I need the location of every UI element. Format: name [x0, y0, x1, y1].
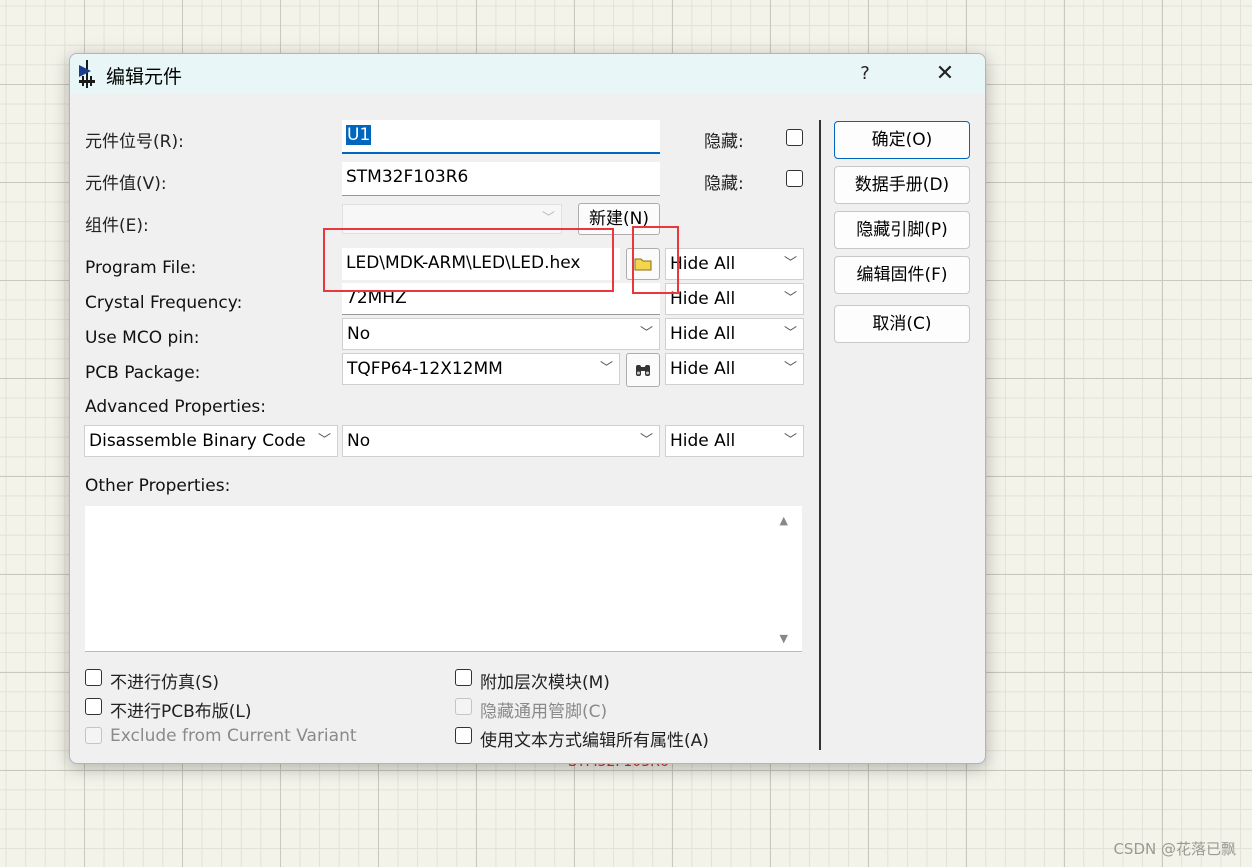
pcb-visibility-value: Hide All	[670, 359, 736, 379]
chevron-down-icon: ﹀	[317, 433, 331, 448]
scroll-up-arrow-icon[interactable]: ▲	[780, 514, 788, 527]
other-properties-textarea[interactable]: ▲ ▼	[85, 506, 802, 652]
program-file-visibility-value: Hide All	[670, 254, 736, 274]
part-value-label: 元件值(V):	[85, 174, 167, 194]
browse-button-highlight-box	[632, 226, 679, 294]
advanced-visibility-select[interactable]: Hide All ﹀	[665, 425, 804, 457]
crystal-frequency-label: Crystal Frequency:	[85, 293, 243, 313]
help-button[interactable]: ?	[850, 58, 880, 90]
advanced-property-value: Disassemble Binary Code	[89, 431, 306, 451]
datasheet-button[interactable]: 数据手册(D)	[834, 166, 970, 204]
advanced-property-select[interactable]: Disassemble Binary Code ﹀	[84, 425, 338, 457]
chevron-down-icon: ﹀	[783, 326, 797, 341]
other-properties-label: Other Properties:	[85, 476, 231, 496]
mco-pin-select[interactable]: No ﹀	[342, 318, 660, 350]
no-simulate-checkbox[interactable]	[85, 669, 102, 686]
mco-visibility-select[interactable]: Hide All ﹀	[665, 318, 804, 350]
chevron-down-icon: ﹀	[599, 361, 613, 376]
pcb-package-label: PCB Package:	[85, 363, 201, 383]
title-bar: 编辑元件 ? ✕	[70, 54, 985, 94]
chevron-down-icon: ﹀	[783, 433, 797, 448]
ok-button[interactable]: 确定(O)	[834, 121, 970, 159]
mco-pin-label: Use MCO pin:	[85, 328, 200, 348]
pcb-package-value: TQFP64-12X12MM	[347, 359, 503, 379]
edit-firmware-button[interactable]: 编辑固件(F)	[834, 256, 970, 294]
no-pcb-label: 不进行PCB布版(L)	[110, 702, 252, 722]
no-simulate-label: 不进行仿真(S)	[110, 673, 220, 693]
binoculars-icon	[636, 365, 650, 376]
pcb-package-select[interactable]: TQFP64-12X12MM ﹀	[342, 353, 620, 385]
attach-hierarchy-checkbox[interactable]	[455, 669, 472, 686]
part-ref-hidden-label: 隐藏:	[704, 132, 744, 152]
exclude-variant-checkbox[interactable]	[85, 727, 102, 744]
chevron-down-icon: ﹀	[783, 361, 797, 376]
chevron-down-icon: ﹀	[783, 291, 797, 306]
chevron-down-icon: ﹀	[639, 433, 653, 448]
hidden-pins-button[interactable]: 隐藏引脚(P)	[834, 211, 970, 249]
edit-as-text-checkbox[interactable]	[455, 727, 472, 744]
vertical-divider	[819, 120, 821, 750]
crystal-visibility-select[interactable]: Hide All ﹀	[665, 283, 804, 315]
mco-visibility-value: Hide All	[670, 324, 736, 344]
advanced-value: No	[347, 431, 371, 451]
part-ref-value: U1	[346, 125, 372, 145]
group-label: 组件(E):	[85, 216, 149, 236]
no-pcb-checkbox[interactable]	[85, 698, 102, 715]
program-file-visibility-select[interactable]: Hide All ﹀	[665, 248, 804, 280]
dialog-title: 编辑元件	[106, 66, 183, 88]
mco-pin-value: No	[347, 324, 371, 344]
hide-common-pins-checkbox[interactable]	[455, 698, 472, 715]
close-button[interactable]: ✕	[928, 58, 962, 90]
program-file-label: Program File:	[85, 258, 197, 278]
part-ref-label: 元件位号(R):	[85, 132, 184, 152]
part-value-hidden-checkbox[interactable]	[786, 170, 803, 187]
advanced-properties-label: Advanced Properties:	[85, 397, 267, 417]
hide-common-pins-label: 隐藏通用管脚(C)	[480, 702, 608, 722]
edit-as-text-label: 使用文本方式编辑所有属性(A)	[480, 731, 709, 751]
advanced-visibility-value: Hide All	[670, 431, 736, 451]
exclude-variant-label: Exclude from Current Variant	[110, 726, 357, 746]
advanced-value-select[interactable]: No ﹀	[342, 425, 660, 457]
pcb-package-browse-button[interactable]	[626, 353, 660, 387]
part-value-input[interactable]: STM32F103R6	[342, 162, 660, 196]
part-ref-input[interactable]: U1	[342, 120, 660, 154]
part-ref-hidden-checkbox[interactable]	[786, 129, 803, 146]
cancel-button[interactable]: 取消(C)	[834, 305, 970, 343]
edit-component-dialog: 编辑元件 ? ✕ 元件位号(R): U1 隐藏: 元件值(V): STM32F1…	[69, 53, 986, 764]
chevron-down-icon: ﹀	[639, 326, 653, 341]
attach-hierarchy-label: 附加层次模块(M)	[480, 673, 610, 693]
scroll-down-arrow-icon[interactable]: ▼	[780, 632, 788, 645]
component-app-icon	[79, 60, 95, 88]
part-value-hidden-label: 隐藏:	[704, 174, 744, 194]
watermark: CSDN @花落已飘	[1113, 840, 1236, 858]
pcb-visibility-select[interactable]: Hide All ﹀	[665, 353, 804, 385]
program-file-highlight-box	[323, 228, 614, 292]
chevron-down-icon: ﹀	[783, 256, 797, 271]
crystal-visibility-value: Hide All	[670, 289, 736, 309]
